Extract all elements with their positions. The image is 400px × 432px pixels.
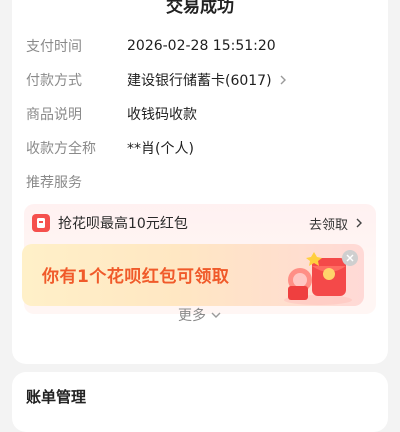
chevron-right-icon: [280, 75, 286, 85]
pay-method-value: 建设银行储蓄卡(6017): [127, 73, 272, 89]
chevron-right-icon: [356, 218, 362, 228]
goods-row: 商品说明 收钱码收款: [26, 103, 374, 125]
pay-method-label: 付款方式: [26, 73, 82, 89]
recommend-row: 推荐服务: [26, 171, 374, 193]
chevron-down-icon: [211, 312, 221, 318]
bill-management-title: 账单管理: [26, 388, 87, 406]
more-label: 更多: [178, 308, 206, 324]
coupon-icon: [32, 214, 50, 232]
banner-text: 你有1个花呗红包可领取: [42, 267, 230, 287]
pay-time-value: 2026-02-28 15:51:20: [127, 38, 276, 54]
pay-method-value-wrap[interactable]: 建设银行储蓄卡(6017): [127, 70, 288, 90]
pay-time-label: 支付时间: [26, 39, 82, 55]
page-title: 交易成功: [166, 0, 234, 17]
payee-value: **肖(个人): [127, 141, 194, 157]
transaction-detail-card: 交易成功 支付时间 2026-02-28 15:51:20 付款方式 建设银行储…: [12, 0, 388, 364]
claim-link-label: 去领取: [308, 217, 348, 233]
promo-title: 抢花呗最高10元红包: [58, 216, 188, 232]
goods-value: 收钱码收款: [127, 107, 197, 123]
huabei-banner[interactable]: 你有1个花呗红包可领取: [22, 244, 364, 306]
bill-management-card[interactable]: 账单管理: [12, 372, 388, 432]
more-button[interactable]: 更多: [12, 305, 388, 325]
promo-header[interactable]: 抢花呗最高10元红包 去领取: [24, 204, 376, 242]
close-icon[interactable]: [342, 250, 358, 266]
claim-link[interactable]: 去领取: [309, 214, 364, 233]
payee-row: 收款方全称 **肖(个人): [26, 137, 374, 159]
recommend-label: 推荐服务: [26, 175, 82, 191]
pay-time-row: 支付时间 2026-02-28 15:51:20: [26, 35, 374, 57]
pay-method-row[interactable]: 付款方式 建设银行储蓄卡(6017): [26, 69, 374, 91]
payee-label: 收款方全称: [26, 141, 96, 157]
goods-label: 商品说明: [26, 107, 82, 123]
